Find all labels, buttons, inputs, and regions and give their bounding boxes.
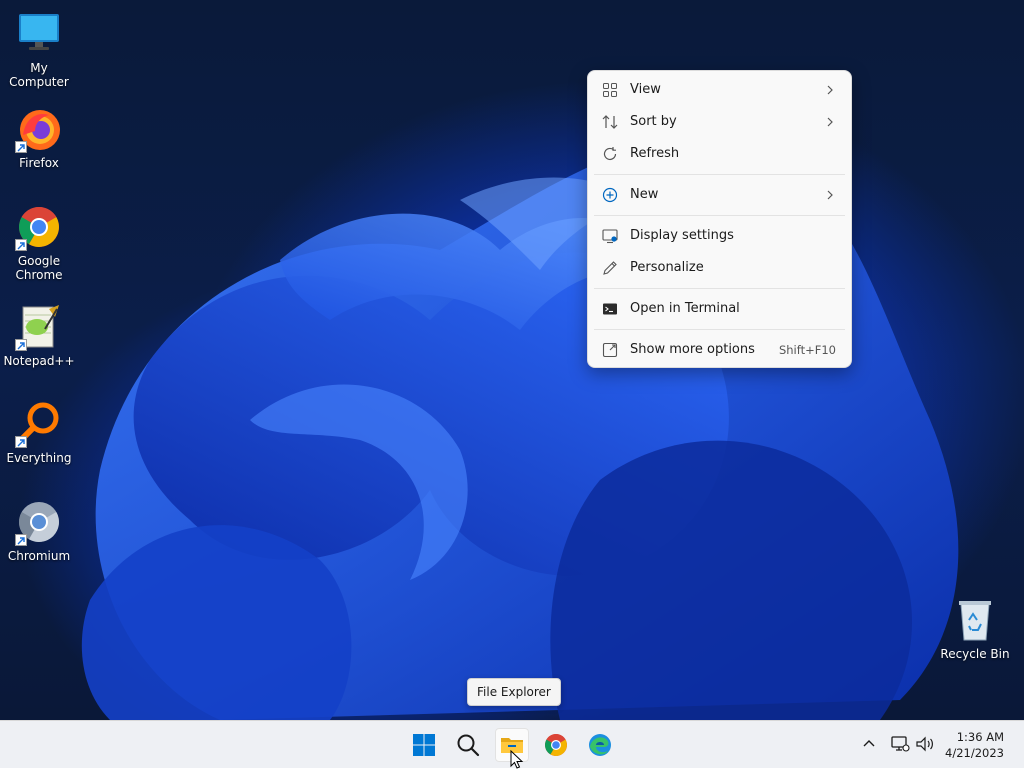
notepadpp-icon bbox=[15, 303, 63, 351]
shortcut-arrow-icon bbox=[15, 339, 27, 351]
menu-item-refresh[interactable]: Refresh bbox=[592, 139, 847, 169]
show-more-icon bbox=[602, 342, 618, 358]
menu-separator bbox=[594, 288, 845, 289]
taskbar-chrome-button[interactable] bbox=[539, 728, 573, 762]
shortcut-arrow-icon bbox=[15, 534, 27, 546]
menu-separator bbox=[594, 215, 845, 216]
menu-item-open-in-terminal[interactable]: Open in Terminal bbox=[592, 294, 847, 324]
display-settings-icon bbox=[602, 228, 618, 244]
chromium-icon bbox=[15, 498, 63, 546]
shortcut-arrow-icon bbox=[15, 141, 27, 153]
desktop-context-menu: View Sort by Refresh New Display setting… bbox=[587, 70, 852, 368]
volume-icon[interactable] bbox=[914, 733, 936, 755]
menu-item-new[interactable]: New bbox=[592, 180, 847, 210]
menu-item-sort-by[interactable]: Sort by bbox=[592, 107, 847, 137]
taskbar-clock[interactable]: 1:36 AM 4/21/2023 bbox=[934, 729, 1004, 761]
clock-time: 1:36 AM bbox=[956, 730, 1004, 744]
refresh-icon bbox=[602, 146, 618, 162]
chrome-icon bbox=[15, 203, 63, 251]
menu-item-label: Personalize bbox=[630, 260, 704, 275]
menu-item-label: Display settings bbox=[630, 228, 734, 243]
terminal-icon bbox=[602, 301, 618, 317]
desktop-icon-google-chrome[interactable]: Google Chrome bbox=[0, 203, 78, 282]
menu-item-shortcut: Shift+F10 bbox=[778, 343, 836, 357]
menu-item-label: Sort by bbox=[630, 114, 677, 129]
desktop-icon-chromium[interactable]: Chromium bbox=[0, 498, 78, 563]
menu-item-label: View bbox=[630, 82, 661, 97]
desktop-icon-everything[interactable]: Everything bbox=[0, 400, 78, 465]
chevron-right-icon bbox=[825, 115, 835, 129]
chevron-right-icon bbox=[825, 83, 835, 97]
menu-item-display-settings[interactable]: Display settings bbox=[592, 221, 847, 251]
plus-circle-icon bbox=[602, 187, 618, 203]
grid-view-icon bbox=[602, 82, 618, 98]
desktop-icon-notepadpp[interactable]: Notepad++ bbox=[0, 303, 78, 368]
network-icon[interactable] bbox=[889, 733, 911, 755]
desktop-icon-label: Everything bbox=[6, 451, 72, 465]
sort-icon bbox=[602, 114, 618, 130]
taskbar-search-button[interactable] bbox=[451, 728, 485, 762]
menu-item-personalize[interactable]: Personalize bbox=[592, 253, 847, 283]
pencil-icon bbox=[602, 260, 618, 276]
desktop-icon-firefox[interactable]: Firefox bbox=[0, 105, 78, 170]
mouse-cursor-icon bbox=[510, 750, 524, 769]
firefox-icon bbox=[15, 105, 63, 153]
desktop-icon-my-computer[interactable]: My Computer bbox=[0, 10, 78, 89]
everything-icon bbox=[15, 400, 63, 448]
taskbar-file-explorer-button[interactable] bbox=[495, 728, 529, 769]
desktop-icon-recycle-bin[interactable]: Recycle Bin bbox=[936, 596, 1014, 661]
chevron-right-icon bbox=[825, 188, 835, 202]
shortcut-arrow-icon bbox=[15, 239, 27, 251]
clock-date: 4/21/2023 bbox=[945, 746, 1004, 760]
wallpaper-bloom bbox=[81, 138, 959, 720]
menu-item-show-more-options[interactable]: Show more options Shift+F10 bbox=[592, 335, 847, 365]
shortcut-arrow-icon bbox=[15, 436, 27, 448]
menu-item-label: New bbox=[630, 187, 659, 202]
desktop-icon-label: Notepad++ bbox=[3, 354, 75, 368]
taskbar-start-button[interactable] bbox=[407, 728, 441, 762]
chevron-up-icon[interactable] bbox=[858, 733, 880, 755]
recycle-bin-icon bbox=[951, 596, 999, 644]
menu-separator bbox=[594, 174, 845, 175]
monitor-icon bbox=[15, 10, 63, 58]
menu-item-label: Refresh bbox=[630, 146, 680, 161]
menu-item-view[interactable]: View bbox=[592, 75, 847, 105]
desktop-icon-label: Google Chrome bbox=[15, 254, 63, 282]
menu-separator bbox=[594, 329, 845, 330]
taskbar-edge-button[interactable] bbox=[583, 728, 617, 762]
desktop-icon-label: Chromium bbox=[7, 549, 71, 563]
taskbar-tooltip: File Explorer bbox=[467, 678, 561, 706]
desktop[interactable]: My Computer Firefox Google Chrome Notepa… bbox=[0, 0, 1024, 720]
menu-item-label: Show more options bbox=[630, 342, 755, 357]
desktop-icon-label: My Computer bbox=[9, 61, 69, 89]
menu-item-label: Open in Terminal bbox=[630, 301, 740, 316]
desktop-icon-label: Firefox bbox=[19, 156, 59, 170]
desktop-icon-label: Recycle Bin bbox=[940, 647, 1010, 661]
taskbar: 1:36 AM 4/21/2023 bbox=[0, 720, 1024, 769]
